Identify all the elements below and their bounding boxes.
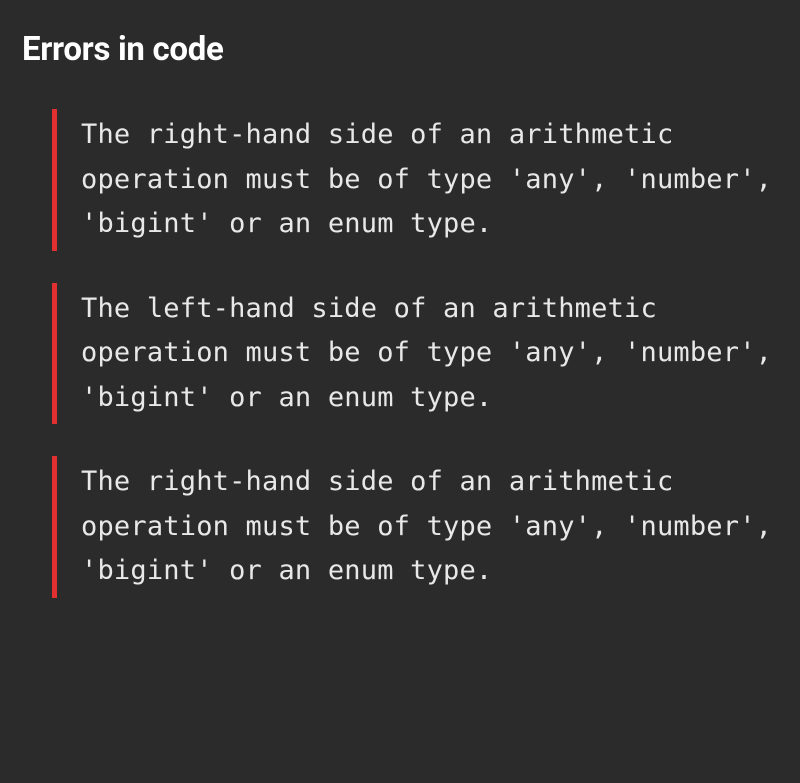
error-item: The left-hand side of an arithmetic oper…	[52, 283, 778, 425]
error-message: The right-hand side of an arithmetic ope…	[81, 460, 778, 594]
error-list: The right-hand side of an arithmetic ope…	[22, 109, 778, 598]
errors-section-title: Errors in code	[22, 30, 778, 69]
error-message: The right-hand side of an arithmetic ope…	[81, 113, 778, 247]
error-item: The right-hand side of an arithmetic ope…	[52, 456, 778, 598]
error-item: The right-hand side of an arithmetic ope…	[52, 109, 778, 251]
error-message: The left-hand side of an arithmetic oper…	[81, 287, 778, 421]
